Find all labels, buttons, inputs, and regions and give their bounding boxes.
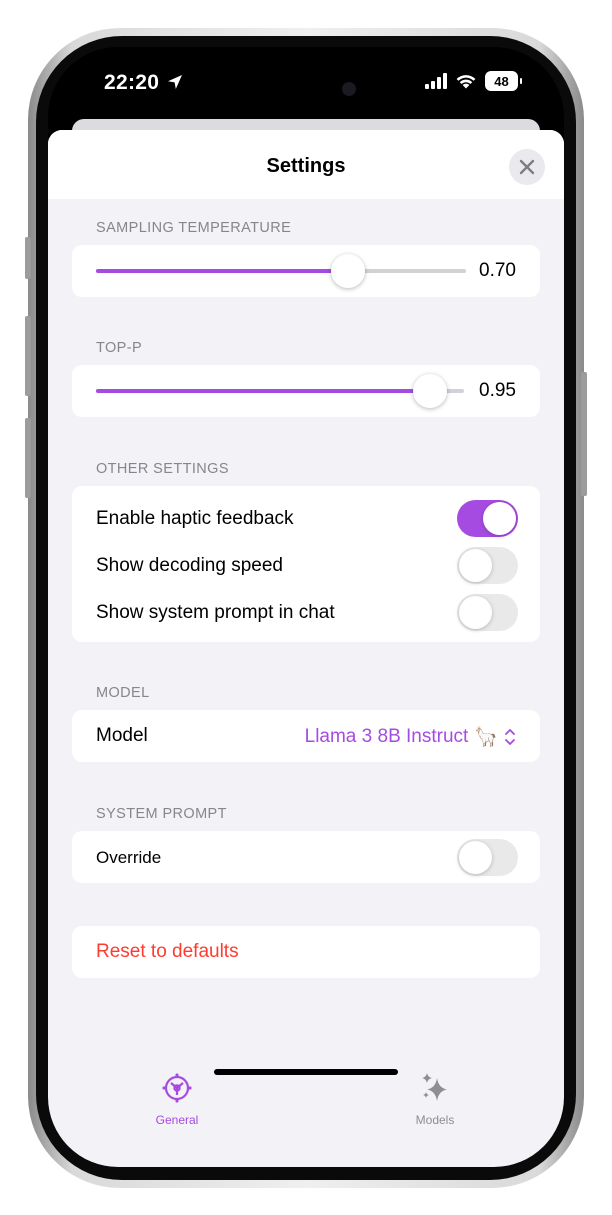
cellular-signal-icon xyxy=(425,73,447,89)
sampling-temperature-value: 0.70 xyxy=(479,260,516,281)
top-p-value: 0.95 xyxy=(479,380,516,401)
volume-up-button xyxy=(25,316,31,396)
wifi-icon xyxy=(456,75,476,89)
tab-general-label: General xyxy=(155,1113,199,1127)
home-indicator xyxy=(214,1069,398,1075)
close-button[interactable] xyxy=(509,149,545,185)
toggle-knob xyxy=(459,596,492,629)
general-gear-icon xyxy=(162,1073,192,1103)
tab-general[interactable]: General xyxy=(117,1072,237,1127)
top-p-header: TOP-P xyxy=(96,340,143,356)
haptic-feedback-label: Enable haptic feedback xyxy=(96,508,294,529)
system-prompt-in-chat-label: Show system prompt in chat xyxy=(96,602,335,623)
model-label: Model xyxy=(96,725,148,746)
status-bar: 22:20 48 xyxy=(48,47,564,127)
system-prompt-card: Override xyxy=(72,831,540,883)
sampling-temperature-slider[interactable] xyxy=(96,254,466,288)
slider-thumb[interactable] xyxy=(413,374,448,408)
toggle-knob xyxy=(459,549,492,582)
top-p-slider[interactable] xyxy=(96,374,464,408)
reset-defaults-label: Reset to defaults xyxy=(96,941,239,962)
dynamic-island xyxy=(238,69,378,109)
top-p-card: 0.95 xyxy=(72,365,540,417)
location-arrow-icon xyxy=(168,75,183,89)
status-icons: 48 xyxy=(425,71,522,91)
reset-defaults-button[interactable]: Reset to defaults xyxy=(72,926,540,978)
action-button xyxy=(25,237,31,279)
slider-thumb[interactable] xyxy=(331,254,366,288)
other-settings-card: Enable haptic feedback Show decoding spe… xyxy=(72,486,540,642)
sheet-header: Settings xyxy=(48,130,564,199)
tab-bar: General Models xyxy=(48,1060,564,1167)
model-picker-value[interactable]: Llama 3 8B Instruct 🦙 xyxy=(305,725,516,749)
haptic-feedback-toggle[interactable] xyxy=(457,500,518,537)
model-name: Llama 3 8B Instruct xyxy=(304,726,469,747)
tab-models[interactable]: Models xyxy=(375,1072,495,1127)
model-picker-row[interactable]: Model Llama 3 8B Instruct 🦙 xyxy=(72,710,540,762)
sheet-title: Settings xyxy=(266,155,346,177)
sampling-temperature-header: SAMPLING TEMPERATURE xyxy=(96,220,292,236)
volume-down-button xyxy=(25,418,31,498)
slider-fill xyxy=(96,389,431,393)
model-header: MODEL xyxy=(96,685,150,701)
system-prompt-header: SYSTEM PROMPT xyxy=(96,806,227,822)
llama-emoji: 🦙 xyxy=(474,727,498,748)
chevron-up-down-icon xyxy=(505,729,515,745)
toggle-knob xyxy=(459,841,492,874)
status-time: 22:20 xyxy=(104,71,183,95)
decoding-speed-label: Show decoding speed xyxy=(96,555,283,576)
battery-indicator: 48 xyxy=(485,71,522,91)
system-prompt-in-chat-toggle[interactable] xyxy=(457,594,518,631)
override-toggle[interactable] xyxy=(457,839,518,876)
sparkles-icon xyxy=(422,1073,447,1101)
override-label: Override xyxy=(96,848,162,867)
settings-sheet: Settings SAMPLING TEMPERATURE 0.70 TOP-P xyxy=(48,130,564,1167)
tab-models-label: Models xyxy=(415,1113,455,1127)
screen: 22:20 48 Settings SAMPLING TEMPERATURE 0… xyxy=(48,47,564,1167)
decoding-speed-toggle[interactable] xyxy=(457,547,518,584)
power-button xyxy=(581,372,587,496)
close-icon xyxy=(519,159,535,175)
slider-fill xyxy=(96,269,349,273)
toggle-knob xyxy=(483,502,516,535)
sampling-temperature-card: 0.70 xyxy=(72,245,540,297)
other-settings-header: OTHER SETTINGS xyxy=(96,461,229,477)
